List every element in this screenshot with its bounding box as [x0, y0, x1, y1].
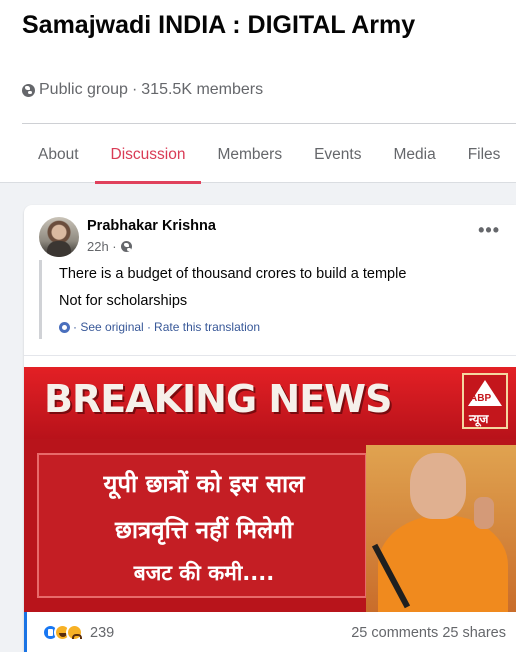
tab-about[interactable]: About: [22, 124, 95, 183]
group-meta: Public group · 315.5K members: [22, 81, 263, 99]
privacy-label: Public group: [39, 81, 128, 98]
post-footer: 239 25 comments 25 shares: [24, 612, 516, 652]
post-author[interactable]: Prabhakar Krishna: [87, 218, 216, 234]
gear-icon: [59, 321, 70, 333]
group-header: Samajwadi INDIA : DIGITAL Army Public gr…: [0, 0, 516, 184]
post-card: Prabhakar Krishna 22h · ••• There is a b…: [24, 205, 516, 652]
translation-quote-bar: [39, 260, 42, 339]
abp-logo-subtext: न्यूज: [469, 412, 489, 426]
member-count[interactable]: 315.5K members: [141, 81, 263, 99]
tab-discussion[interactable]: Discussion: [94, 124, 202, 184]
see-original-link[interactable]: · See original ·: [73, 320, 151, 334]
tab-media[interactable]: Media: [377, 124, 451, 183]
rate-translation-link[interactable]: Rate this translation: [154, 320, 260, 334]
speaker-photo: [366, 445, 516, 612]
more-options-icon[interactable]: •••: [478, 221, 500, 239]
post-text-line-2: Not for scholarships: [59, 293, 188, 309]
post-divider: [24, 355, 516, 356]
tab-events[interactable]: Events: [298, 124, 377, 183]
news-banner: BREAKING NEWS ABP न्यूज: [24, 367, 516, 439]
post-text-line-1: There is a budget of thousand crores to …: [59, 266, 407, 282]
post-image[interactable]: BREAKING NEWS ABP न्यूज यूपी छात्रों को …: [24, 367, 516, 612]
shares-count[interactable]: 25 shares: [442, 625, 506, 641]
sad-reaction-icon: [66, 624, 83, 641]
group-title[interactable]: Samajwadi INDIA : DIGITAL Army: [22, 10, 492, 41]
abp-logo-text: ABP: [470, 393, 492, 404]
reactions-summary[interactable]: 239: [42, 624, 114, 641]
globe-icon: [22, 83, 35, 97]
headline-line-3: बजट की कमी....: [133, 561, 275, 585]
post-time[interactable]: 22h ·: [87, 239, 117, 254]
headline-line-2: छात्रवृत्ति नहीं मिलेगी: [115, 516, 293, 544]
breaking-news-text: BREAKING NEWS: [44, 377, 392, 421]
tab-members[interactable]: Members: [201, 124, 298, 183]
post-stats: 25 comments 25 shares: [351, 625, 506, 641]
post-time-row: 22h ·: [87, 239, 132, 254]
tab-files[interactable]: Files: [452, 124, 516, 183]
group-tabs: About Discussion Members Events Media Fi…: [22, 124, 516, 184]
globe-icon: [120, 241, 132, 252]
avatar[interactable]: [39, 217, 79, 257]
meta-separator: ·: [131, 81, 138, 98]
comments-count[interactable]: 25 comments: [351, 625, 438, 641]
reaction-count[interactable]: 239: [90, 625, 114, 641]
headline-line-1: यूपी छात्रों को इस साल: [103, 470, 305, 498]
translation-row: · See original · Rate this translation: [59, 320, 260, 334]
headline-box: यूपी छात्रों को इस साल छात्रवृत्ति नहीं …: [37, 453, 367, 598]
abp-logo: ABP न्यूज: [462, 373, 508, 429]
